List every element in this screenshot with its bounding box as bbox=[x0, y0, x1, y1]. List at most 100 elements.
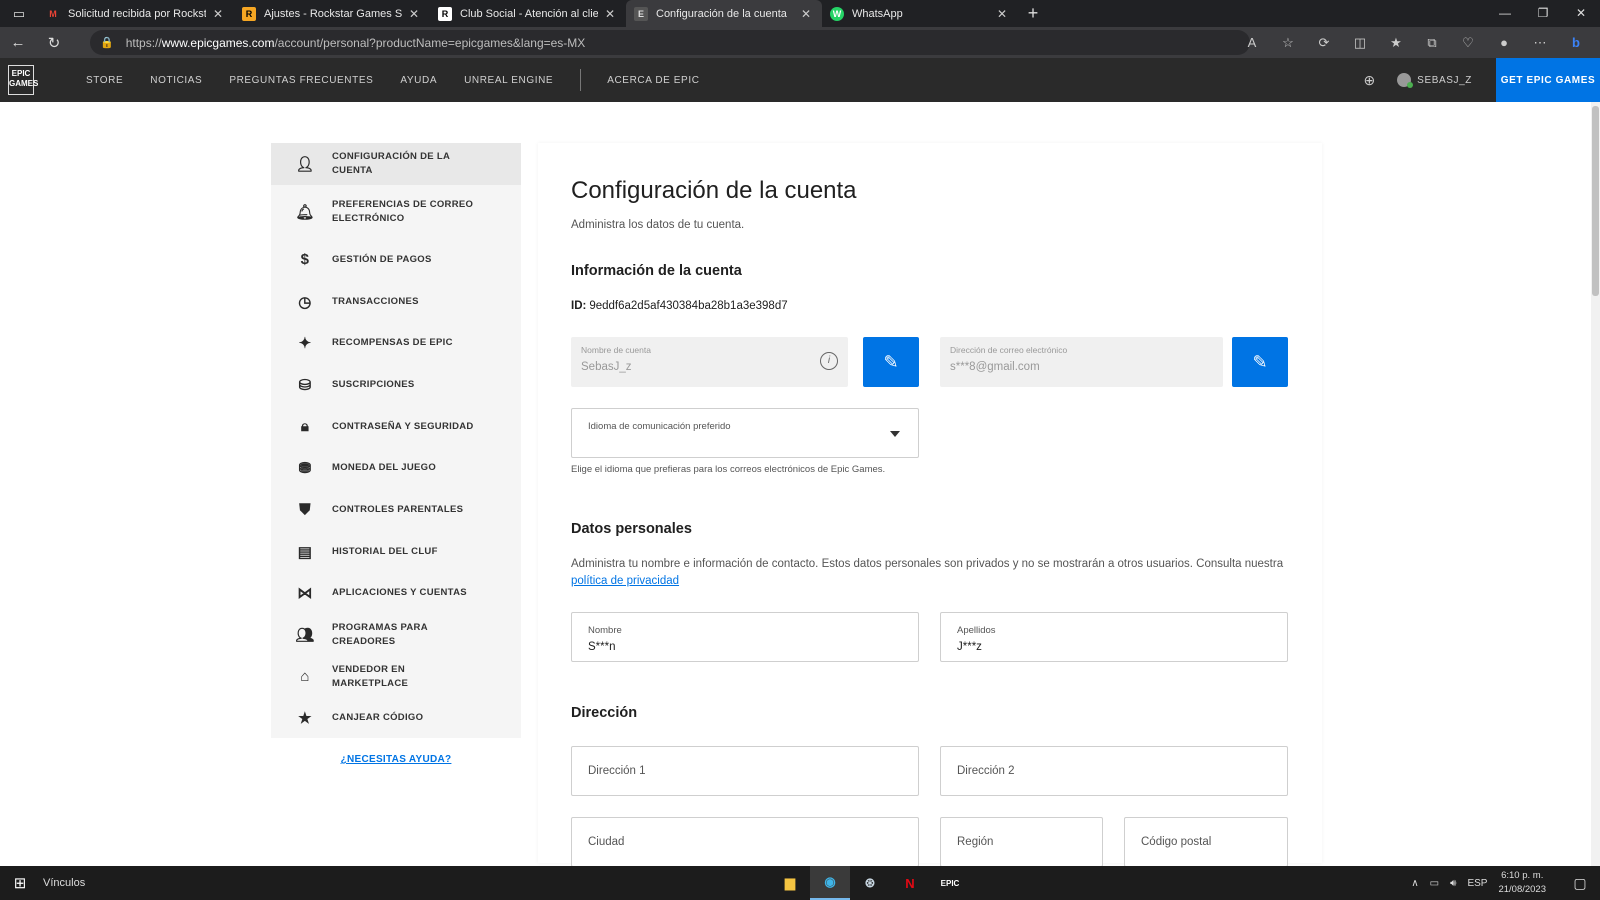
minimize-icon[interactable]: — bbox=[1486, 0, 1524, 27]
sidebar-item-password-security[interactable]: 🔒︎ CONTRASEÑA Y SEGURIDAD bbox=[271, 406, 521, 448]
city-field[interactable]: Ciudad bbox=[571, 817, 919, 867]
sidebar-item-rewards[interactable]: ✦ RECOMPENSAS DE EPIC bbox=[271, 322, 521, 364]
address-bar-row: ← ↻ 🔒 https://www.epicgames.com/account/… bbox=[0, 27, 1600, 58]
edit-email-button[interactable]: ✎ bbox=[1232, 337, 1288, 387]
nav-preguntas-frecuentes[interactable]: PREGUNTAS FRECUENTES bbox=[229, 75, 373, 86]
close-icon[interactable]: ✕ bbox=[406, 7, 422, 21]
performance-icon[interactable]: ♡ bbox=[1450, 35, 1486, 51]
browser-tab[interactable]: R Ajustes - Rockstar Games Social ✕ bbox=[234, 0, 430, 27]
sidebar-item-creator-programs[interactable]: 👥︎ PROGRAMAS PARA CREADORES bbox=[271, 614, 521, 656]
browser-tab-active[interactable]: E Configuración de la cuenta ✕ bbox=[626, 0, 822, 27]
language-indicator[interactable]: ESP bbox=[1467, 878, 1487, 889]
user-menu[interactable]: SEBASJ_Z bbox=[1397, 73, 1472, 88]
id-value: 9eddf6a2d5af430384ba28b1a3e398d7 bbox=[589, 300, 788, 312]
rockstar-icon: R bbox=[242, 6, 256, 21]
close-window-icon[interactable]: ✕ bbox=[1562, 0, 1600, 27]
links-toolbar[interactable]: Vínculos bbox=[43, 877, 85, 889]
clock[interactable]: 6:10 p. m. 21/08/2023 bbox=[1498, 869, 1546, 897]
collections-icon[interactable]: ⧉ bbox=[1414, 35, 1450, 51]
more-options-icon[interactable]: ⋯ bbox=[1522, 35, 1558, 51]
sidebar-item-subscriptions[interactable]: ⛁ SUSCRIPCIONES bbox=[271, 364, 521, 406]
language-select[interactable]: Idioma de comunicación preferido bbox=[571, 408, 919, 458]
region-field[interactable]: Región bbox=[940, 817, 1103, 867]
sidebar-item-apps-accounts[interactable]: ⋈ APLICACIONES Y CUENTAS bbox=[271, 573, 521, 615]
date: 21/08/2023 bbox=[1498, 884, 1546, 895]
clock-icon: ◷ bbox=[298, 293, 312, 311]
sidebar-item-payments[interactable]: $ GESTIÓN DE PAGOS bbox=[271, 239, 521, 281]
bing-icon[interactable]: b bbox=[1558, 35, 1594, 50]
sidebar-item-game-currency[interactable]: ⛃ MONEDA DEL JUEGO bbox=[271, 447, 521, 489]
nav-store[interactable]: STORE bbox=[86, 75, 123, 86]
privacy-policy-link[interactable]: política de privacidad bbox=[571, 575, 679, 587]
sidebar-item-redeem-code[interactable]: ★ CANJEAR CÓDIGO bbox=[271, 698, 521, 740]
last-name-field[interactable]: Apellidos J***z bbox=[940, 612, 1288, 662]
favorites-icon[interactable]: ★ bbox=[1378, 35, 1414, 51]
network-icon[interactable]: ▭ bbox=[1430, 878, 1439, 889]
close-icon[interactable]: ✕ bbox=[994, 7, 1010, 21]
sidebar-item-label: CANJEAR CÓDIGO bbox=[332, 712, 424, 724]
info-icon[interactable]: i bbox=[820, 352, 838, 370]
page-scrollbar[interactable] bbox=[1591, 102, 1600, 866]
back-icon[interactable]: ← bbox=[0, 34, 36, 51]
id-label: ID: bbox=[571, 300, 587, 312]
close-icon[interactable]: ✕ bbox=[210, 7, 226, 21]
split-screen-icon[interactable]: ◫ bbox=[1342, 35, 1378, 51]
nav-acerca-de-epic[interactable]: ACERCA DE EPIC bbox=[607, 75, 699, 86]
file-explorer-icon[interactable]: ▆ bbox=[770, 866, 810, 900]
personal-data-heading: Datos personales bbox=[571, 521, 692, 537]
first-name-field[interactable]: Nombre S***n bbox=[571, 612, 919, 662]
address2-field[interactable]: Dirección 2 bbox=[940, 746, 1288, 796]
profile-avatar-icon[interactable]: ● bbox=[1486, 35, 1522, 50]
browser-tab[interactable]: R Club Social - Atención al cliente ✕ bbox=[430, 0, 626, 27]
sidebar-item-eula-history[interactable]: ▤ HISTORIAL DEL CLUF bbox=[271, 531, 521, 573]
nav-divider bbox=[580, 69, 582, 91]
sidebar-item-parental-controls[interactable]: ⛊ CONTROLES PARENTALES bbox=[271, 489, 521, 531]
account-name-field: Nombre de cuenta SebasJ_z i bbox=[571, 337, 848, 387]
get-epic-games-button[interactable]: GET EPIC GAMES bbox=[1496, 58, 1600, 102]
postal-code-field[interactable]: Código postal bbox=[1124, 817, 1288, 867]
favorite-star-icon[interactable]: ☆ bbox=[1270, 35, 1306, 51]
close-icon[interactable]: ✕ bbox=[602, 7, 618, 21]
tab-actions-icon[interactable]: ▭ bbox=[0, 0, 38, 27]
extensions-icon[interactable]: ⟳ bbox=[1306, 35, 1342, 51]
new-tab-button[interactable]: + bbox=[1018, 3, 1048, 24]
globe-icon[interactable]: ⊕ bbox=[1363, 72, 1375, 89]
steam-icon[interactable]: ⊛ bbox=[850, 866, 890, 900]
need-help-link[interactable]: ¿NECESITAS AYUDA? bbox=[271, 754, 521, 765]
address1-field[interactable]: Dirección 1 bbox=[571, 746, 919, 796]
sidebar-item-label: APLICACIONES Y CUENTAS bbox=[332, 587, 467, 599]
refresh-icon[interactable]: ↻ bbox=[36, 34, 72, 52]
edge-icon[interactable]: ◉ bbox=[810, 866, 850, 900]
star-icon: ★ bbox=[298, 710, 312, 728]
nav-unreal-engine[interactable]: UNREAL ENGINE bbox=[464, 75, 553, 86]
nav-ayuda[interactable]: AYUDA bbox=[400, 75, 437, 86]
browser-tab[interactable]: W WhatsApp ✕ bbox=[822, 0, 1018, 27]
account-info-heading: Información de la cuenta bbox=[571, 263, 742, 279]
browser-tab[interactable]: M Solicitud recibida por Rockstar G ✕ bbox=[38, 0, 234, 27]
sidebar-item-transactions[interactable]: ◷ TRANSACCIONES bbox=[271, 281, 521, 323]
field-placeholder: Código postal bbox=[1141, 836, 1212, 848]
system-tray: ∧ ▭ 🔊︎ ESP 6:10 p. m. 21/08/2023 ▢ bbox=[1411, 866, 1600, 900]
whatsapp-icon: W bbox=[830, 6, 844, 21]
close-icon[interactable]: ✕ bbox=[798, 7, 814, 21]
netflix-icon[interactable]: N bbox=[890, 866, 930, 900]
scrollbar-thumb[interactable] bbox=[1592, 106, 1599, 296]
window-controls: — ❐ ✕ bbox=[1486, 0, 1600, 27]
currency-icon: ⛃ bbox=[298, 460, 312, 478]
chevron-up-icon[interactable]: ∧ bbox=[1411, 878, 1418, 889]
windows-start-icon[interactable]: ⊞ bbox=[0, 874, 40, 892]
notifications-icon[interactable]: ▢ bbox=[1560, 875, 1600, 892]
sidebar-item-marketplace-seller[interactable]: ⌂ VENDEDOR EN MARKETPLACE bbox=[271, 656, 521, 698]
sidebar-item-account-settings[interactable]: 👤︎ CONFIGURACIÓN DE LA CUENTA bbox=[271, 143, 521, 185]
language-hint: Elige el idioma que prefieras para los c… bbox=[571, 464, 886, 475]
epic-games-logo[interactable]: EPIC GAMES bbox=[8, 65, 38, 95]
restore-icon[interactable]: ❐ bbox=[1524, 0, 1562, 27]
url-field[interactable]: 🔒 https://www.epicgames.com/account/pers… bbox=[90, 30, 1250, 55]
volume-icon[interactable]: 🔊︎ bbox=[1450, 878, 1456, 889]
epic-games-launcher-icon[interactable]: EPIC bbox=[930, 866, 970, 900]
read-aloud-icon[interactable]: A bbox=[1234, 35, 1270, 50]
page-subtitle: Administra los datos de tu cuenta. bbox=[571, 219, 745, 231]
sidebar-item-email-preferences[interactable]: 🔔︎ PREFERENCIAS DE CORREO ELECTRÓNICO bbox=[271, 185, 521, 239]
nav-noticias[interactable]: NOTICIAS bbox=[150, 75, 202, 86]
edit-account-name-button[interactable]: ✎ bbox=[863, 337, 919, 387]
